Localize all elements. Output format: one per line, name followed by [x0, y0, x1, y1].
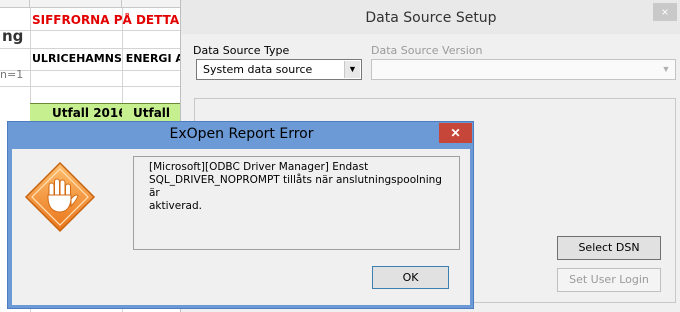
- exopen-report-error-dialog: ExOpen Report Error ✕ [Microsoft][ODBC D…: [7, 121, 474, 309]
- data-source-type-label: Data Source Type: [193, 44, 290, 57]
- select-dsn-button[interactable]: Select DSN: [557, 236, 661, 260]
- chevron-down-icon[interactable]: ▼: [344, 61, 360, 78]
- error-message-text: [Microsoft][ODBC Driver Manager] Endast …: [149, 161, 449, 213]
- message-line: aktiverad.: [149, 200, 202, 212]
- stop-hand-icon: [24, 161, 96, 233]
- dialog-body: [Microsoft][ODBC Driver Manager] Endast …: [12, 149, 470, 305]
- data-source-version-label: Data Source Version: [371, 44, 483, 57]
- column-title-utfall-2016[interactable]: Utfall 2016: [52, 106, 122, 120]
- grid-line: [0, 48, 200, 49]
- data-source-type-select[interactable]: System data source ▼: [196, 59, 362, 80]
- set-user-login-button[interactable]: Set User Login: [557, 268, 661, 292]
- chevron-down-icon[interactable]: ▼: [658, 61, 674, 78]
- selected-value: System data source: [203, 63, 313, 76]
- column-header[interactable]: [0, 0, 30, 8]
- data-source-version-select[interactable]: ▼: [371, 59, 676, 80]
- window-title: Data Source Setup: [365, 10, 497, 26]
- sheet-company-name[interactable]: ULRICEHAMNS ENERGI A: [32, 52, 200, 65]
- ok-button[interactable]: OK: [372, 266, 449, 289]
- error-message-box: [Microsoft][ODBC Driver Manager] Endast …: [133, 156, 460, 250]
- close-icon[interactable]: ✕: [439, 123, 472, 143]
- window-titlebar[interactable]: Data Source Setup ×: [181, 0, 680, 34]
- sheet-red-title[interactable]: SIFFRORNA PÅ DETTA B: [32, 13, 200, 27]
- close-icon[interactable]: ×: [653, 3, 677, 21]
- column-header[interactable]: [30, 0, 122, 8]
- grid-line: [0, 30, 200, 31]
- message-line: [Microsoft][ODBC Driver Manager] Endast: [149, 161, 369, 173]
- sheet-cell-fragment[interactable]: ng: [2, 27, 30, 45]
- sheet-cell-fragment[interactable]: n=1: [0, 68, 28, 81]
- message-line: SQL_DRIVER_NOPROMPT tillåts när anslutni…: [149, 174, 442, 199]
- grid-line: [0, 86, 200, 87]
- dialog-title: ExOpen Report Error: [169, 126, 314, 142]
- grid-line: [0, 70, 200, 71]
